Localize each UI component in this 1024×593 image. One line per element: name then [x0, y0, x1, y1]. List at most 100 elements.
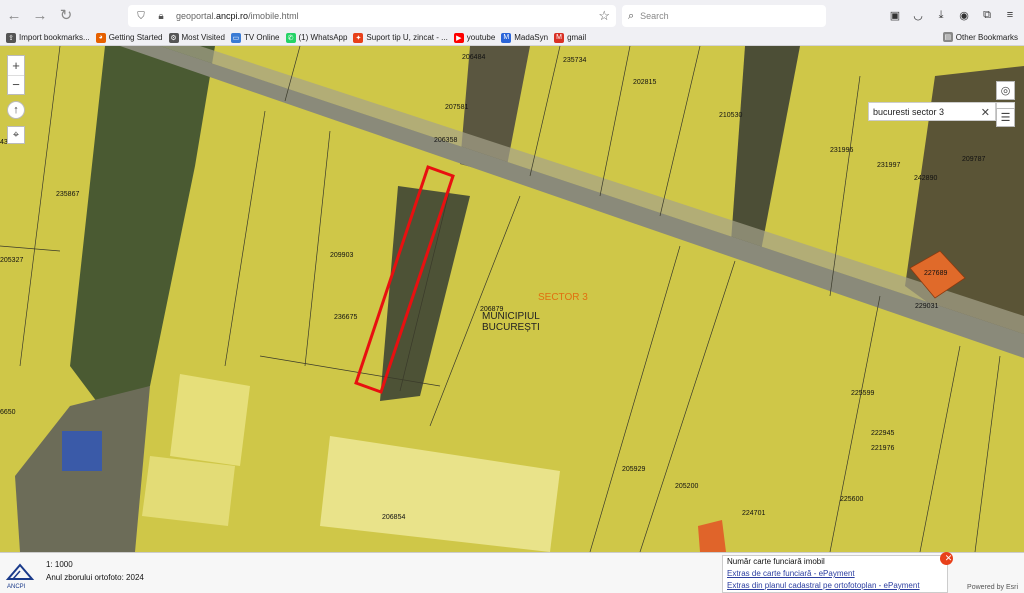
shield-icon: ⛉ [137, 10, 145, 22]
parcel-label: 205929 [622, 466, 645, 473]
building [170, 374, 250, 466]
bookmark-item[interactable]: ▭ TV Online [230, 32, 280, 43]
lock-icon: 🔒︎ [158, 10, 164, 22]
bookmark-label: Suport tip U, zincat - ... [366, 33, 448, 42]
zoom-in-button[interactable]: + [8, 56, 24, 76]
building [142, 456, 235, 526]
bookmarks-bar: ⇪ Import bookmarks... ◕ Getting Started ⚙ Mos… [0, 30, 1024, 46]
map-canvas[interactable]: 206484 235734 202815 207581 206358 21053… [0, 46, 1024, 552]
map-search-value: bucuresti sector 3 [873, 106, 945, 117]
parcel-label: 236675 [334, 314, 357, 321]
tv-icon: ▭ [230, 32, 241, 43]
bookmark-label: Import bookmarks... [19, 33, 90, 42]
bookmark-item[interactable]: ✦ Suport tip U, zincat - ... [353, 32, 448, 43]
close-icon[interactable]: ✕ [940, 552, 953, 565]
parcel-label: 222945 [871, 430, 894, 437]
powered-by: Powered by Esri [967, 584, 1018, 591]
bookmark-label: Most Visited [181, 33, 225, 42]
toolbar-icons: ▣ ◡ ⤓ ◉ ⧉ ≡ [887, 7, 1018, 23]
madasyn-icon: M [501, 32, 512, 43]
svg-text:ANCPI: ANCPI [7, 584, 26, 590]
parcel-label: 209787 [962, 156, 985, 163]
search-icon: ⌕ [628, 9, 635, 22]
parcel-label: 242890 [914, 175, 937, 182]
scale-readout: 1: 1000 [46, 560, 73, 569]
ancpi-logo: ANCPI [5, 563, 35, 590]
bookmark-item[interactable]: ◕ Getting Started [95, 32, 163, 43]
parcel-label: 206484 [462, 54, 485, 61]
parcel-label: 202815 [633, 79, 656, 86]
extensions-icon[interactable]: ⧉ [979, 7, 995, 23]
parcel-label: 205327 [0, 257, 23, 264]
bookmark-label: (1) WhatsApp [298, 33, 348, 42]
locate-icon[interactable]: ⌖ [7, 126, 25, 144]
bookmark-label: youtube [466, 33, 496, 42]
bookmark-label: gmail [567, 33, 587, 42]
menu-icon[interactable]: ≡ [1002, 7, 1018, 23]
parcel-label: 225600 [840, 496, 863, 503]
bookmark-star-icon[interactable]: ☆ [598, 8, 610, 24]
bookmark-item[interactable]: ⇪ Import bookmarks... [6, 32, 90, 43]
firefox-icon: ◕ [95, 32, 106, 43]
parcel-label: 227689 [924, 270, 947, 277]
parcel-label: 206854 [382, 514, 405, 521]
address-bar[interactable]: ⛉ 🔒︎ geoportal.ancpi.ro/imobile.html ☆ [128, 5, 616, 27]
search-placeholder: Search [640, 11, 669, 21]
parcel-label: 205200 [675, 483, 698, 490]
browser-toolbar: ← → ↻ ⛉ 🔒︎ geoportal.ancpi.ro/imobile.ht… [0, 0, 1024, 30]
bookmark-item[interactable]: ▶ youtube [453, 32, 496, 43]
extras-plan-link[interactable]: Extras din planul cadastral pe ortofotop… [723, 580, 947, 592]
bookmark-label: TV Online [243, 33, 280, 42]
clear-search-icon[interactable]: ✕ [981, 106, 990, 119]
pocket-icon[interactable]: ◡ [910, 7, 926, 23]
gmail-icon: M [554, 32, 565, 43]
extras-carte-link[interactable]: Extras de carte funciară - ePayment [723, 568, 947, 580]
basemap-icon[interactable]: ◎ [996, 81, 1015, 100]
bookmark-label: MadaSyn [514, 33, 549, 42]
forward-icon[interactable]: → [28, 3, 52, 27]
folder-icon: ▤ [942, 32, 953, 42]
reload-icon[interactable]: ↻ [54, 3, 78, 27]
map-search-input[interactable]: bucuresti sector 3 ✕ [868, 102, 996, 121]
browser-search-bar[interactable]: ⌕ Search [622, 5, 826, 27]
gear-icon: ⚙ [168, 32, 179, 43]
parcel-label: 206358 [434, 137, 457, 144]
zoom-control: + − [7, 55, 25, 95]
back-icon[interactable]: ← [2, 3, 26, 27]
layers-list-icon[interactable]: ☰ [996, 108, 1015, 127]
blue-roof-building [62, 431, 102, 471]
parcel-label: 224701 [742, 510, 765, 517]
screenshot-icon[interactable]: ▣ [887, 7, 903, 23]
parcel-label: 207581 [445, 104, 468, 111]
bookmark-item[interactable]: ⚙ Most Visited [168, 32, 225, 43]
parcel-label: 6650 [0, 409, 16, 416]
status-bar: ANCPI 1: 1000 Anul zborului ortofoto: 20… [0, 552, 1024, 593]
parcel-label: 231997 [877, 162, 900, 169]
zoom-out-button[interactable]: − [8, 76, 24, 95]
municipality-label: MUNICIPIUL [482, 311, 540, 322]
sector-label: SECTOR 3 [538, 292, 588, 303]
parcel-label: 225599 [851, 390, 874, 397]
download-icon[interactable]: ⤓ [933, 7, 949, 23]
url-text: geoportal.ancpi.ro/imobile.html [176, 11, 299, 21]
parcel-label: 221976 [871, 445, 894, 452]
compass-icon[interactable]: ↑ [7, 101, 25, 119]
account-icon[interactable]: ◉ [956, 7, 972, 23]
bookmark-label: Getting Started [108, 33, 163, 42]
youtube-icon: ▶ [453, 32, 464, 43]
ortho-year: Anul zborului ortofoto: 2024 [46, 573, 144, 582]
bookmark-item[interactable]: Mgmail [554, 32, 587, 43]
parcel-label: 235867 [56, 191, 79, 198]
carte-funciara-label: Număr carte funciară imobil [727, 557, 825, 566]
other-bookmarks[interactable]: ▤ Other Bookmarks [942, 32, 1018, 42]
bookmark-item[interactable]: M MadaSyn [501, 32, 549, 43]
bookmark-item[interactable]: ✆ (1) WhatsApp [285, 32, 348, 43]
map-view[interactable]: 206484 235734 202815 207581 206358 21053… [0, 46, 1024, 552]
parcel-label: 210530 [719, 112, 742, 119]
whatsapp-icon: ✆ [285, 32, 296, 43]
parcel-label: 231996 [830, 147, 853, 154]
parcel-label: 235734 [563, 57, 586, 64]
shop-icon: ✦ [353, 32, 364, 43]
links-panel: Număr carte funciară imobil Extras de ca… [722, 552, 953, 593]
municipality-label: BUCUREȘTI [482, 322, 540, 333]
